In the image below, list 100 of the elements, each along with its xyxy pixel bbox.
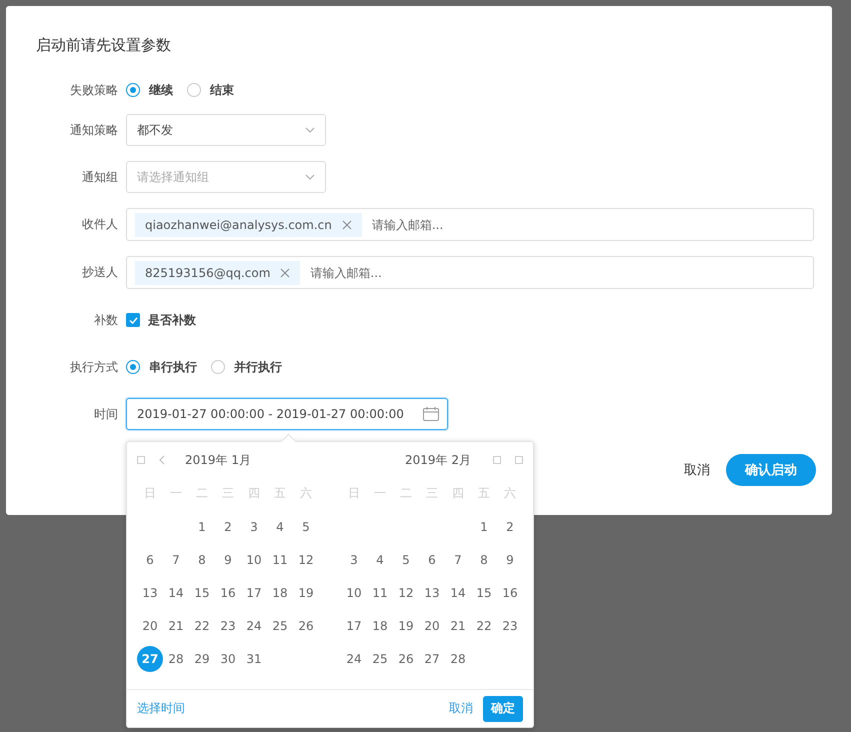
email-field[interactable]: qiaozhanwei@analysys.com.cn 请输入邮箱... (126, 208, 814, 241)
dialog-title: 启动前请先设置参数 (35, 36, 172, 56)
day-cell[interactable]: 16 (497, 580, 523, 606)
day-cell[interactable]: 15 (471, 580, 497, 606)
day-cell[interactable]: 3 (241, 514, 267, 540)
day-cell[interactable]: 17 (241, 580, 267, 606)
email-text: 825193156@qq.com (145, 266, 270, 280)
day-cell[interactable]: 24 (241, 612, 267, 638)
day-cell[interactable]: 12 (393, 580, 419, 606)
month-title: 2019年 2月 (405, 452, 471, 468)
day-cell[interactable]: 24 (341, 646, 367, 672)
chevron-down-icon (305, 127, 315, 133)
day-cell[interactable]: 1 (471, 514, 497, 540)
day-cell[interactable]: 13 (137, 580, 163, 606)
day-cell[interactable]: 22 (189, 612, 215, 638)
radio-label: 继续 (149, 82, 173, 98)
confirm-start-button[interactable]: 确认启动 (726, 454, 816, 486)
day-cell[interactable]: 8 (471, 546, 497, 572)
close-icon[interactable] (280, 268, 290, 278)
day-cell[interactable]: 25 (267, 612, 293, 638)
radio-label: 结束 (210, 82, 234, 98)
cancel-link[interactable]: 取消 (449, 700, 473, 717)
checkmark-icon (128, 316, 138, 324)
month-title: 2019年 1月 (185, 452, 251, 468)
select-field[interactable]: 都不发 (126, 114, 326, 146)
day-cell[interactable]: 1 (189, 514, 215, 540)
day-cell[interactable]: 7 (445, 546, 471, 572)
checkbox-label: 是否补数 (148, 312, 196, 328)
day-cell[interactable]: 14 (163, 580, 189, 606)
day-cell[interactable]: 31 (241, 646, 267, 672)
day-cell[interactable]: 11 (267, 546, 293, 572)
email-field[interactable]: 825193156@qq.com 请输入邮箱... (126, 256, 814, 289)
day-cell[interactable]: 2 (497, 514, 523, 540)
day-cell[interactable]: 16 (215, 580, 241, 606)
date-range-field[interactable]: 2019-01-27 00:00:00 - 2019-01-27 00:00:00 (126, 398, 448, 430)
cancel-button[interactable]: 取消 (684, 455, 710, 485)
day-cell[interactable]: 21 (163, 612, 189, 638)
day-cell[interactable]: 6 (137, 546, 163, 572)
day-cell[interactable]: 4 (267, 514, 293, 540)
field-label: 通知策略 (69, 122, 119, 138)
field-label: 通知组 (81, 168, 119, 186)
day-cell[interactable]: 6 (419, 546, 445, 572)
day-cell[interactable]: 9 (215, 546, 241, 572)
day-cell[interactable]: 20 (137, 612, 163, 638)
radio-button[interactable] (187, 83, 201, 97)
square-icon[interactable] (515, 456, 523, 464)
day-cell[interactable]: 21 (445, 612, 471, 638)
day-cell[interactable]: 28 (163, 646, 189, 672)
square-icon[interactable] (137, 456, 145, 464)
day-cell[interactable]: 18 (267, 580, 293, 606)
day-cell[interactable]: 26 (293, 612, 319, 638)
day-cell[interactable]: 22 (471, 612, 497, 638)
day-cell[interactable]: 3 (341, 546, 367, 572)
chevron-left-icon[interactable] (159, 455, 165, 465)
day-cell[interactable]: 15 (189, 580, 215, 606)
day-cell[interactable]: 17 (341, 612, 367, 638)
field-label: 时间 (93, 406, 119, 422)
day-cell[interactable]: 10 (341, 580, 367, 606)
day-cell[interactable]: 8 (189, 546, 215, 572)
day-cell[interactable]: 19 (393, 612, 419, 638)
calendar-icon (423, 407, 439, 421)
day-cell[interactable]: 25 (367, 646, 393, 672)
radio-button[interactable] (126, 83, 140, 97)
day-cell[interactable]: 13 (419, 580, 445, 606)
day-cell[interactable]: 7 (163, 546, 189, 572)
day-cell[interactable]: 27 (419, 646, 445, 672)
day-cell[interactable]: 20 (419, 612, 445, 638)
radio-label: 并行执行 (234, 358, 282, 376)
field-label: 失败策略 (69, 82, 119, 98)
day-cell[interactable]: 23 (215, 612, 241, 638)
day-cell[interactable]: 14 (445, 580, 471, 606)
radio-button[interactable] (126, 360, 140, 374)
ok-button[interactable]: 确定 (483, 696, 523, 722)
day-cell[interactable]: 23 (497, 612, 523, 638)
day-cell[interactable]: 5 (393, 546, 419, 572)
day-cell[interactable]: 18 (367, 612, 393, 638)
field-label: 抄送人 (81, 264, 119, 281)
field-label: 执行方式 (69, 358, 119, 376)
day-cell[interactable]: 27 (137, 646, 163, 672)
close-icon[interactable] (342, 220, 352, 230)
day-cell[interactable]: 12 (293, 546, 319, 572)
day-cell[interactable]: 11 (367, 580, 393, 606)
day-cell[interactable]: 10 (241, 546, 267, 572)
day-cell[interactable]: 26 (393, 646, 419, 672)
field-label: 补数 (93, 312, 119, 328)
day-cell[interactable]: 29 (189, 646, 215, 672)
email-text: qiaozhanwei@analysys.com.cn (145, 218, 332, 232)
day-cell[interactable]: 30 (215, 646, 241, 672)
radio-button[interactable] (211, 360, 225, 374)
day-cell[interactable]: 28 (445, 646, 471, 672)
chevron-down-icon (305, 174, 315, 180)
checkbox[interactable] (126, 313, 140, 327)
day-cell[interactable]: 9 (497, 546, 523, 572)
day-cell[interactable]: 2 (215, 514, 241, 540)
field-label: 收件人 (81, 216, 119, 233)
square-icon[interactable] (493, 456, 501, 464)
day-cell[interactable]: 5 (293, 514, 319, 540)
select-time-link[interactable]: 选择时间 (137, 700, 185, 717)
day-cell[interactable]: 19 (293, 580, 319, 606)
day-cell[interactable]: 4 (367, 546, 393, 572)
